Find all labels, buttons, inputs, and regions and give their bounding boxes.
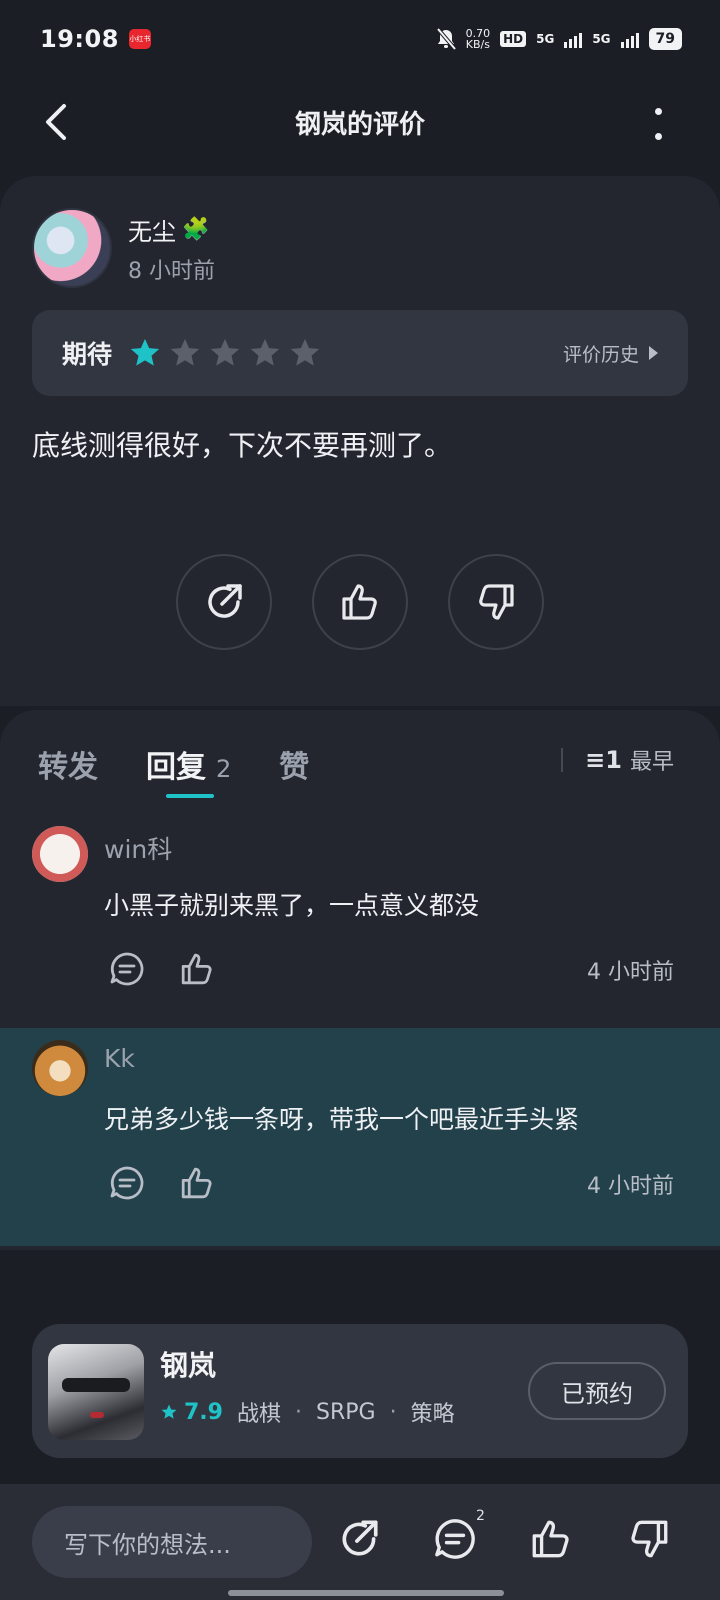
avatar[interactable] [32, 1040, 88, 1096]
thumbs-down-icon [631, 1520, 668, 1558]
comment-like-button[interactable] [178, 1164, 216, 1202]
review-author[interactable]: 无尘 🧩 8 小时前 [32, 208, 215, 288]
comment-time: 4 小时前 [587, 1174, 674, 1199]
author-name[interactable]: 无尘 [128, 212, 176, 247]
comment-author[interactable]: Kk [104, 1044, 135, 1073]
status-time: 19:08 [40, 25, 119, 53]
star-rating [128, 336, 322, 370]
game-name[interactable]: 钢岚 [160, 1344, 216, 1384]
more-options-button[interactable] [648, 104, 668, 144]
divider [561, 748, 564, 772]
game-score: 7.9 [160, 1400, 223, 1425]
replies-card: 转发 回复 2 赞 ≡1 最早 win科 小黑子就别来黑了，一点意义都没 4 小时… [0, 710, 720, 1250]
star-icon [161, 1404, 177, 1419]
list-item: Kk 兄弟多少钱一条呀，带我一个吧最近手头紧 4 小时前 [0, 1028, 720, 1246]
tag-separator: · [295, 1399, 302, 1425]
share-icon [208, 584, 242, 618]
tab-bar: 转发 回复 2 赞 [38, 742, 309, 798]
star-empty-icon [250, 338, 280, 366]
comment-text: 小黑子就别来黑了，一点意义都没 [104, 891, 480, 920]
like-button[interactable] [528, 1516, 574, 1562]
review-text: 底线测得很好，下次不要再测了。 [32, 429, 453, 462]
thumbs-up-icon [532, 1520, 569, 1558]
thumbs-down-icon [479, 584, 514, 620]
comment-time: 4 小时前 [587, 960, 674, 985]
hd-indicator: HD [500, 31, 527, 47]
comment-input[interactable]: 写下你的想法... [32, 1506, 312, 1578]
avatar[interactable] [32, 208, 112, 288]
game-tag: SRPG [316, 1399, 376, 1425]
tab-forward[interactable]: 转发 [38, 742, 98, 786]
review-time: 8 小时前 [128, 258, 215, 284]
author-badge-icon: 🧩 [182, 216, 210, 242]
tab-like[interactable]: 赞 [279, 742, 309, 786]
avatar[interactable] [32, 826, 88, 882]
review-actions [176, 554, 544, 650]
status-icons: 0.70 KB/s HD 5G 5G 79 [436, 28, 682, 50]
reserved-button[interactable]: 已预约 [528, 1362, 666, 1420]
tab-reply[interactable]: 回复 2 [146, 742, 232, 798]
comment-button[interactable] [432, 1516, 478, 1562]
sim2-label: 5G [592, 32, 611, 46]
game-icon[interactable] [48, 1344, 144, 1440]
signal-icon [564, 30, 583, 48]
dislike-button[interactable] [626, 1516, 672, 1562]
star-empty-icon [210, 338, 240, 366]
list-item: win科 小黑子就别来黑了，一点意义都没 4 小时前 [0, 814, 720, 1032]
like-button[interactable] [312, 554, 408, 650]
reply-button[interactable] [108, 950, 146, 988]
play-arrow-icon [649, 346, 658, 360]
share-icon [342, 1520, 378, 1556]
reply-button[interactable] [108, 1164, 146, 1202]
star-empty-icon [290, 338, 320, 366]
game-meta: 7.9 战棋 · SRPG · 策略 [160, 1396, 455, 1428]
sim1-label: 5G [536, 32, 555, 46]
comment-bubble-icon [435, 1519, 475, 1559]
share-button[interactable] [176, 554, 272, 650]
comment-count-badge: 2 [476, 1508, 485, 1524]
back-button[interactable] [38, 100, 78, 144]
app-notification-icon: 小红书 [128, 29, 151, 49]
sort-button[interactable]: ≡1 最早 [561, 744, 674, 776]
game-card[interactable]: 钢岚 7.9 战棋 · SRPG · 策略 已预约 [32, 1324, 688, 1458]
mute-bell-icon [436, 28, 456, 50]
sort-icon: ≡1 [585, 746, 622, 774]
comment-bubble-icon [110, 1166, 144, 1200]
page-title: 钢岚的评价 [294, 109, 425, 140]
home-indicator[interactable] [228, 1590, 504, 1596]
game-tag: 战棋 [236, 1402, 281, 1427]
dislike-button[interactable] [448, 554, 544, 650]
tag-separator: · [389, 1399, 397, 1425]
comment-bubble-icon [110, 952, 144, 986]
star-filled-icon [130, 338, 160, 366]
status-bar: 19:08 小红书 0.70 KB/s HD 5G 5G 79 [0, 0, 720, 78]
reply-count: 2 [216, 755, 232, 783]
thumbs-up-icon [181, 953, 212, 985]
signal-icon-2 [620, 30, 639, 48]
rating-box: 期待 评价历史 [32, 310, 688, 396]
review-card: 无尘 🧩 8 小时前 期待 评价历史 底线测得很好，下次不要再测了。 [0, 176, 720, 706]
rating-history-link[interactable]: 评价历史 [563, 340, 658, 367]
star-empty-icon [170, 338, 200, 366]
thumbs-up-icon [342, 584, 377, 620]
rating-label: 期待 [62, 340, 113, 369]
network-speed: 0.70 KB/s [465, 27, 491, 51]
share-button[interactable] [336, 1516, 382, 1562]
comment-like-button[interactable] [178, 950, 216, 988]
top-app-bar: 钢岚的评价 [0, 80, 720, 164]
comment-author[interactable]: win科 [104, 830, 172, 866]
battery-icon: 79 [648, 28, 682, 50]
bottom-action-bar: 写下你的想法... 2 [0, 1484, 720, 1600]
sort-label: 最早 [629, 750, 674, 775]
thumbs-up-icon [181, 1167, 212, 1199]
comment-text: 兄弟多少钱一条呀，带我一个吧最近手头紧 [104, 1105, 580, 1134]
game-tag: 策略 [410, 1402, 455, 1427]
chevron-left-icon [46, 104, 66, 140]
